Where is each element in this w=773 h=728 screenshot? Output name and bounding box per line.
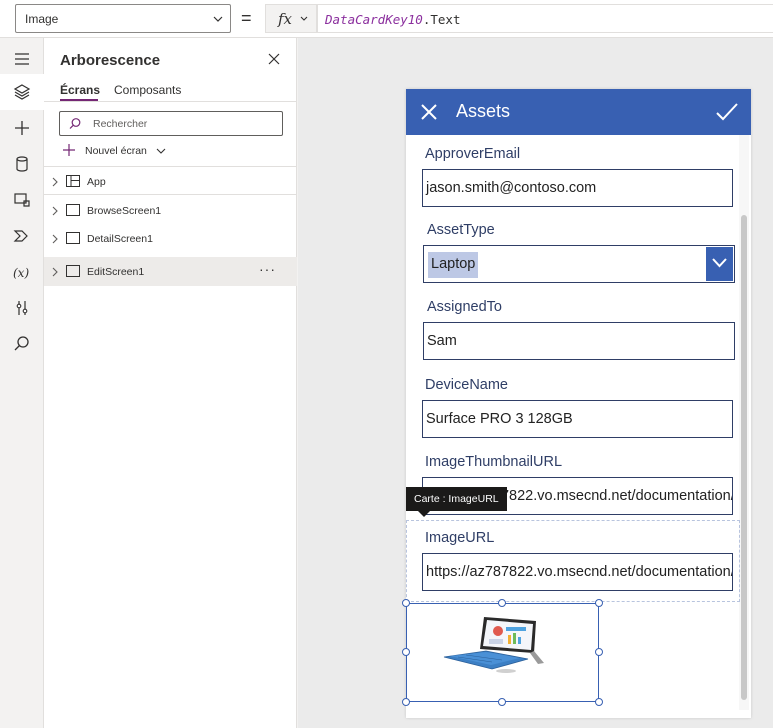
fx-button[interactable]: fx [265, 4, 317, 33]
search-input[interactable]: Rechercher [59, 111, 283, 136]
chevron-right-icon[interactable] [51, 267, 59, 277]
approveremail-input[interactable]: jason.smith@contoso.com [422, 169, 733, 207]
formula-input[interactable]: DataCardKey10.Text [317, 4, 773, 33]
chevron-down-icon [712, 258, 727, 268]
advanced-tools-icon[interactable] [12, 298, 32, 318]
screen-title: Assets [456, 101, 511, 121]
tree-item-label: DetailScreen1 [87, 233, 153, 245]
insert-plus-icon[interactable] [12, 118, 32, 138]
plus-icon [63, 144, 75, 156]
assignedto-value: Sam [427, 333, 457, 349]
media-icon[interactable] [12, 190, 32, 210]
assettype-selected-value: Laptop [428, 252, 479, 278]
left-rail: (x) [0, 38, 44, 728]
app-icon [66, 175, 80, 187]
chevron-right-icon[interactable] [51, 177, 59, 187]
chevron-down-icon [156, 148, 166, 154]
tree-view-panel: Arborescence Écrans Composants Recherche… [44, 38, 297, 728]
devicename-input[interactable]: Surface PRO 3 128GB [422, 400, 733, 438]
scrollbar-thumb[interactable] [741, 215, 747, 700]
resize-handle[interactable] [402, 599, 410, 607]
field-label-assignedto: AssignedTo [427, 299, 502, 315]
tab-components[interactable]: Composants [114, 83, 181, 97]
data-cylinder-icon[interactable] [12, 154, 32, 174]
fx-icon: fx [278, 10, 293, 28]
svg-text:(x): (x) [13, 266, 29, 280]
assettype-dropdown[interactable]: Laptop [423, 245, 735, 283]
tree-item-label: EditScreen1 [87, 266, 145, 278]
card-tooltip: Carte : ImageURL [406, 487, 507, 511]
field-label-devicename: DeviceName [425, 377, 508, 393]
tree-item-app[interactable]: App [44, 167, 297, 196]
assignedto-input[interactable]: Sam [423, 322, 735, 360]
resize-handle[interactable] [498, 599, 506, 607]
dropdown-button[interactable] [706, 247, 733, 281]
screen-header: Assets [406, 89, 751, 135]
field-label-approveremail: ApproverEmail [425, 146, 521, 162]
chevron-down-icon [300, 16, 308, 21]
more-options-button[interactable]: ··· [259, 261, 276, 277]
resize-handle[interactable] [595, 648, 603, 656]
layers-icon [13, 84, 31, 100]
divider [44, 101, 297, 102]
resize-handle[interactable] [595, 599, 603, 607]
resize-handle[interactable] [402, 698, 410, 706]
panel-title: Arborescence [60, 52, 161, 69]
new-screen-label: Nouvel écran [85, 145, 147, 157]
divider [44, 194, 297, 195]
screen-icon [66, 204, 80, 216]
close-icon[interactable] [420, 103, 438, 121]
formula-text: DataCardKey10.Text [325, 12, 460, 27]
chevron-right-icon[interactable] [51, 206, 59, 216]
resize-handle[interactable] [595, 698, 603, 706]
property-dropdown[interactable]: Image [15, 4, 231, 33]
selected-card-outline[interactable] [406, 520, 740, 602]
search-icon [69, 118, 81, 129]
close-icon[interactable] [268, 53, 280, 65]
hamburger-menu-icon[interactable] [12, 49, 32, 69]
approveremail-value: jason.smith@contoso.com [426, 180, 597, 196]
variables-icon[interactable]: (x) [12, 262, 32, 282]
tree-item-label: BrowseScreen1 [87, 205, 162, 217]
formula-property: .Text [422, 12, 461, 27]
field-label-assettype: AssetType [427, 222, 495, 238]
search-icon[interactable] [12, 334, 32, 354]
checkmark-icon[interactable] [715, 102, 739, 122]
devicename-value: Surface PRO 3 128GB [426, 411, 573, 427]
tree-item-detailscreen1[interactable]: DetailScreen1 [44, 224, 297, 253]
search-placeholder: Rechercher [93, 118, 148, 130]
resize-handle[interactable] [498, 698, 506, 706]
equals-sign: = [241, 8, 252, 28]
screen-icon [66, 232, 80, 244]
tab-screens[interactable]: Écrans [60, 83, 100, 97]
power-automate-icon[interactable] [12, 226, 32, 246]
field-label-imagethumbnailurl: ImageThumbnailURL [425, 454, 563, 470]
screen-icon [66, 265, 80, 277]
image-selection-box[interactable] [406, 603, 599, 702]
resize-handle[interactable] [402, 648, 410, 656]
tree-item-editscreen1[interactable]: EditScreen1 ··· [44, 257, 297, 286]
tree-item-label: App [87, 176, 106, 188]
chevron-down-icon [213, 16, 223, 22]
property-value: Image [25, 12, 59, 26]
tooltip-arrow [418, 511, 430, 517]
power-apps-studio: Image = fx DataCardKey10.Text (x) Arbore… [0, 0, 773, 728]
chevron-right-icon[interactable] [51, 234, 59, 244]
formula-identifier: DataCardKey10 [325, 12, 423, 27]
tree-item-browsescreen1[interactable]: BrowseScreen1 [44, 196, 297, 225]
formula-bar: Image = fx DataCardKey10.Text [0, 0, 773, 38]
